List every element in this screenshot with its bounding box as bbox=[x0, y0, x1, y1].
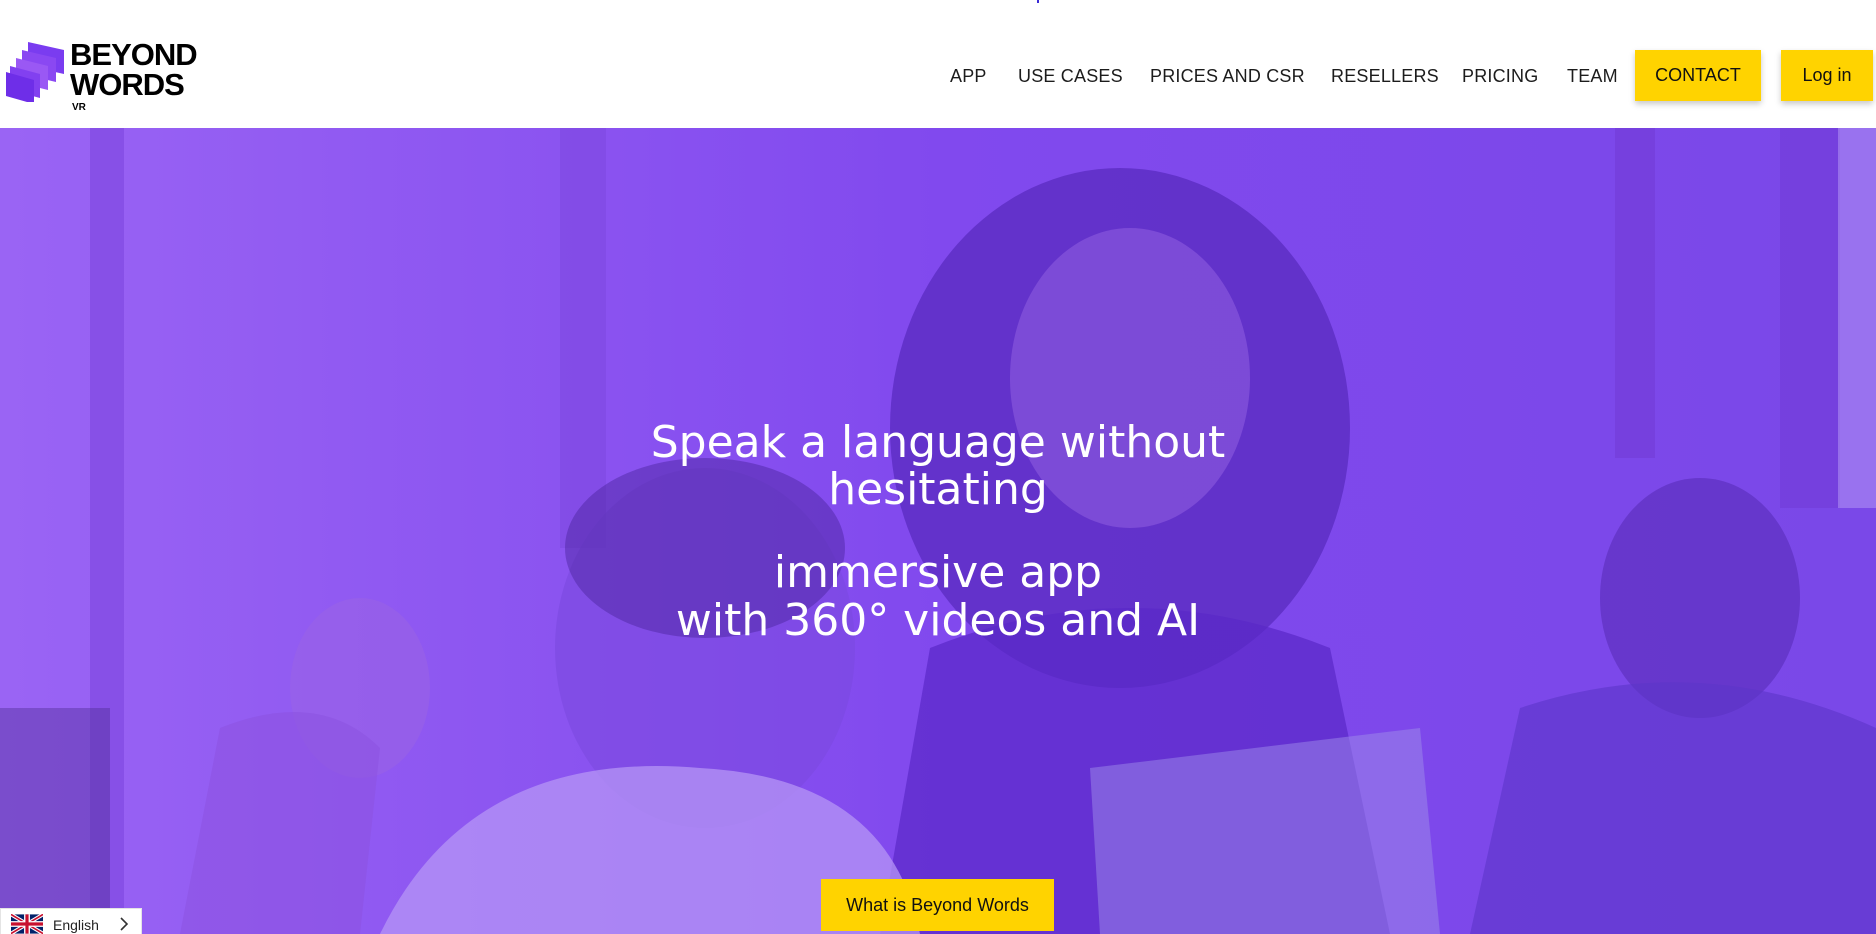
brand-name: BEYOND WORDS bbox=[70, 37, 198, 102]
nav-item-pricing[interactable]: PRICING bbox=[1462, 66, 1538, 87]
hero-subtitle-line-2: with 360° videos and AI bbox=[675, 595, 1201, 646]
nav-item-team[interactable]: TEAM bbox=[1567, 66, 1618, 87]
nav-item-use-cases[interactable]: USE CASES bbox=[1018, 66, 1123, 87]
hero-subtitle: immersive app with 360° videos and AI bbox=[0, 549, 1876, 645]
hero-title: Speak a language without hesitating bbox=[0, 419, 1876, 513]
nav-item-resellers[interactable]: RESELLERS bbox=[1331, 66, 1439, 87]
hero-subtitle-line-1: immersive app bbox=[773, 547, 1103, 598]
brand-sub: VR bbox=[72, 102, 86, 113]
what-is-beyond-words-button[interactable]: What is Beyond Words bbox=[821, 879, 1054, 931]
language-selector[interactable]: English bbox=[0, 908, 142, 934]
hero-title-line-2: hesitating bbox=[828, 464, 1048, 515]
site-header: BEYOND WORDS VR APP USE CASES PRICES AND… bbox=[0, 0, 1876, 128]
hero-section: Speak a language without hesitating imme… bbox=[0, 128, 1876, 934]
brand-logo[interactable]: BEYOND WORDS VR bbox=[6, 37, 206, 120]
hero-background-image bbox=[0, 128, 1876, 934]
hero-title-line-1: Speak a language without bbox=[650, 417, 1226, 468]
language-label: English bbox=[53, 916, 99, 933]
contact-button[interactable]: CONTACT bbox=[1635, 50, 1761, 101]
login-button[interactable]: Log in bbox=[1781, 50, 1873, 101]
nav-item-prices-and-csr[interactable]: PRICES AND CSR bbox=[1150, 66, 1305, 87]
logo-cubes-icon bbox=[6, 42, 64, 102]
top-marker bbox=[1037, 0, 1039, 3]
chevron-right-icon bbox=[120, 916, 129, 931]
uk-flag-icon bbox=[11, 913, 43, 934]
nav-item-app[interactable]: APP bbox=[950, 66, 987, 87]
